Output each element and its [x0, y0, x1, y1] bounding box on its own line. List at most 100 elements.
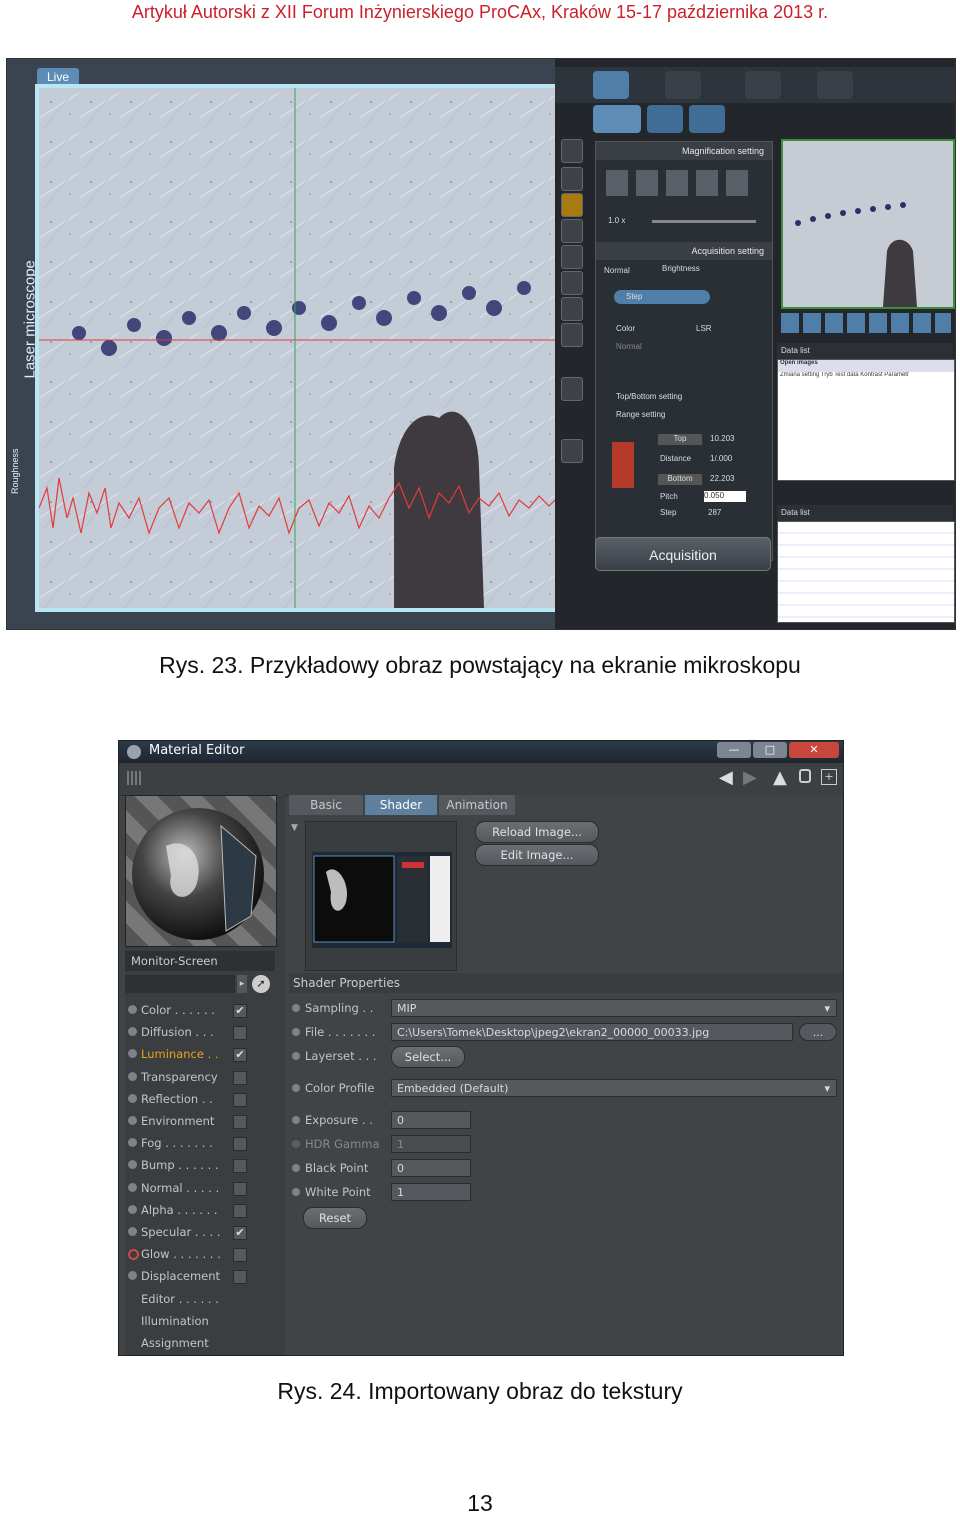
side-button-3[interactable]: [561, 271, 583, 295]
select-button[interactable]: Select...: [391, 1046, 465, 1068]
channel-row[interactable]: Color . . . . . . ✔: [125, 999, 285, 1021]
channel-row[interactable]: Environment: [125, 1110, 285, 1132]
topbottom-setting[interactable]: Top/Bottom setting: [616, 392, 682, 401]
export-icon[interactable]: [745, 71, 781, 99]
mode-select[interactable]: Step: [614, 290, 710, 304]
tab-basic[interactable]: Basic: [289, 795, 363, 815]
side-button-4[interactable]: [561, 297, 583, 321]
up-arrow-icon[interactable]: ▲: [773, 767, 787, 788]
channel-checkbox[interactable]: [233, 1181, 247, 1196]
tab-normal[interactable]: Normal: [604, 266, 630, 275]
person-icon[interactable]: [593, 71, 629, 99]
channel-row[interactable]: Normal . . . . .: [125, 1177, 285, 1199]
close-icon[interactable]: ✕: [789, 742, 839, 758]
file-keyframe[interactable]: [292, 1028, 300, 1036]
material-preview[interactable]: [125, 795, 277, 947]
channel-checkbox[interactable]: [233, 1092, 247, 1107]
window-button[interactable]: [561, 439, 583, 463]
acquisition-button[interactable]: Acquisition: [595, 537, 771, 571]
side-button-1[interactable]: [561, 219, 583, 243]
channel-checkbox[interactable]: [233, 1159, 247, 1174]
objective-buttons[interactable]: [606, 170, 756, 196]
exposure-keyframe[interactable]: [292, 1116, 300, 1124]
channel-checkbox[interactable]: ✔: [233, 1004, 247, 1018]
layerset-keyframe[interactable]: [292, 1052, 300, 1060]
black-point-keyframe[interactable]: [292, 1164, 300, 1172]
forward-arrow-icon[interactable]: ▶: [743, 767, 757, 788]
cursor-icon[interactable]: ➚: [252, 975, 270, 993]
channel-checkbox[interactable]: [233, 1203, 247, 1218]
channel-checkbox[interactable]: [233, 1248, 247, 1263]
reset-button[interactable]: Reset: [303, 1207, 367, 1229]
data-table[interactable]: [777, 521, 955, 623]
pitch-value[interactable]: 0.050: [704, 491, 746, 502]
side-button-5[interactable]: [561, 323, 583, 347]
sampling-keyframe[interactable]: [292, 1004, 300, 1012]
channel-row[interactable]: Illumination: [125, 1310, 285, 1332]
thumbnail-toolbar[interactable]: [781, 313, 951, 333]
channel-row[interactable]: Reflection . .: [125, 1088, 285, 1110]
open-images-list[interactable]: Open images Zmiana setting Tryb Test dat…: [777, 359, 955, 481]
channel-checkbox[interactable]: ✔: [233, 1226, 247, 1240]
channel-row[interactable]: Alpha . . . . . .: [125, 1199, 285, 1221]
light-button[interactable]: [561, 377, 583, 401]
color-profile-keyframe[interactable]: [292, 1084, 300, 1092]
af-button[interactable]: [561, 193, 583, 217]
range-setting[interactable]: Range setting: [616, 410, 665, 419]
channel-row[interactable]: Glow . . . . . . .: [125, 1243, 285, 1265]
channel-row[interactable]: Diffusion . . .: [125, 1021, 285, 1043]
top-label[interactable]: Top: [658, 434, 702, 445]
stage-button[interactable]: [561, 167, 583, 191]
channel-row[interactable]: Editor . . . . . .: [125, 1288, 285, 1310]
black-point-input[interactable]: 0: [391, 1159, 471, 1177]
file-path-field[interactable]: C:\Users\Tomek\Desktop\jpeg2\ekran2_0000…: [391, 1023, 793, 1041]
browse-button[interactable]: ...: [799, 1023, 837, 1041]
channel-checkbox[interactable]: [233, 1070, 247, 1085]
zoom-slider[interactable]: [652, 220, 756, 223]
minimize-icon[interactable]: —: [717, 742, 751, 758]
tool-icon[interactable]: [665, 71, 701, 99]
tab-shader[interactable]: Shader: [365, 795, 437, 815]
tab-brightness[interactable]: Brightness: [662, 264, 700, 273]
channel-checkbox[interactable]: [233, 1115, 247, 1129]
option-color[interactable]: Color: [616, 324, 635, 333]
sampling-select[interactable]: MIP ▾: [391, 999, 837, 1017]
focus-button[interactable]: [561, 139, 583, 163]
lock-icon[interactable]: [799, 769, 811, 783]
white-point-input[interactable]: 1: [391, 1183, 471, 1201]
channel-row[interactable]: Assignment: [125, 1332, 285, 1354]
channel-checkbox[interactable]: ✔: [233, 1048, 247, 1063]
back-arrow-icon[interactable]: ◀: [719, 767, 733, 788]
channel-row[interactable]: Transparency: [125, 1066, 285, 1088]
side-button-2[interactable]: [561, 245, 583, 269]
color-mode-icon[interactable]: [593, 105, 641, 133]
color-profile-select[interactable]: Embedded (Default) ▾: [391, 1079, 837, 1097]
channel-checkbox[interactable]: [233, 1270, 247, 1285]
tab-animation[interactable]: Animation: [439, 795, 515, 815]
reload-image-button[interactable]: Reload Image...: [475, 821, 599, 843]
texture-thumbnail[interactable]: [305, 821, 457, 971]
grip-icon[interactable]: [127, 771, 143, 785]
document-icon[interactable]: [689, 105, 725, 133]
dropdown-arrow-icon[interactable]: ▼: [291, 823, 298, 833]
bottom-label[interactable]: Bottom: [658, 474, 702, 485]
save-icon[interactable]: [817, 71, 853, 99]
maximize-icon[interactable]: □: [753, 742, 787, 758]
side-label-roughness[interactable]: Roughness: [10, 434, 20, 494]
book-icon[interactable]: [647, 105, 683, 133]
exposure-input[interactable]: 0: [391, 1111, 471, 1129]
new-panel-icon[interactable]: +: [821, 769, 837, 785]
option-normal[interactable]: Normal: [616, 342, 642, 351]
filter-arrow-icon[interactable]: ▸: [237, 975, 247, 993]
channel-row[interactable]: Bump . . . . . .: [125, 1154, 285, 1176]
channel-filter-input[interactable]: [125, 975, 235, 993]
channel-row[interactable]: Displacement: [125, 1265, 285, 1287]
edit-image-button[interactable]: Edit Image...: [475, 844, 599, 866]
channel-row[interactable]: Specular . . . . ✔: [125, 1221, 285, 1243]
white-point-keyframe[interactable]: [292, 1188, 300, 1196]
overview-thumbnail[interactable]: [781, 139, 955, 309]
channel-row[interactable]: Luminance . . ✔: [125, 1043, 285, 1065]
channel-checkbox[interactable]: [233, 1137, 247, 1152]
material-name[interactable]: Monitor-Screen: [125, 951, 275, 971]
channel-row[interactable]: Fog . . . . . . .: [125, 1132, 285, 1154]
